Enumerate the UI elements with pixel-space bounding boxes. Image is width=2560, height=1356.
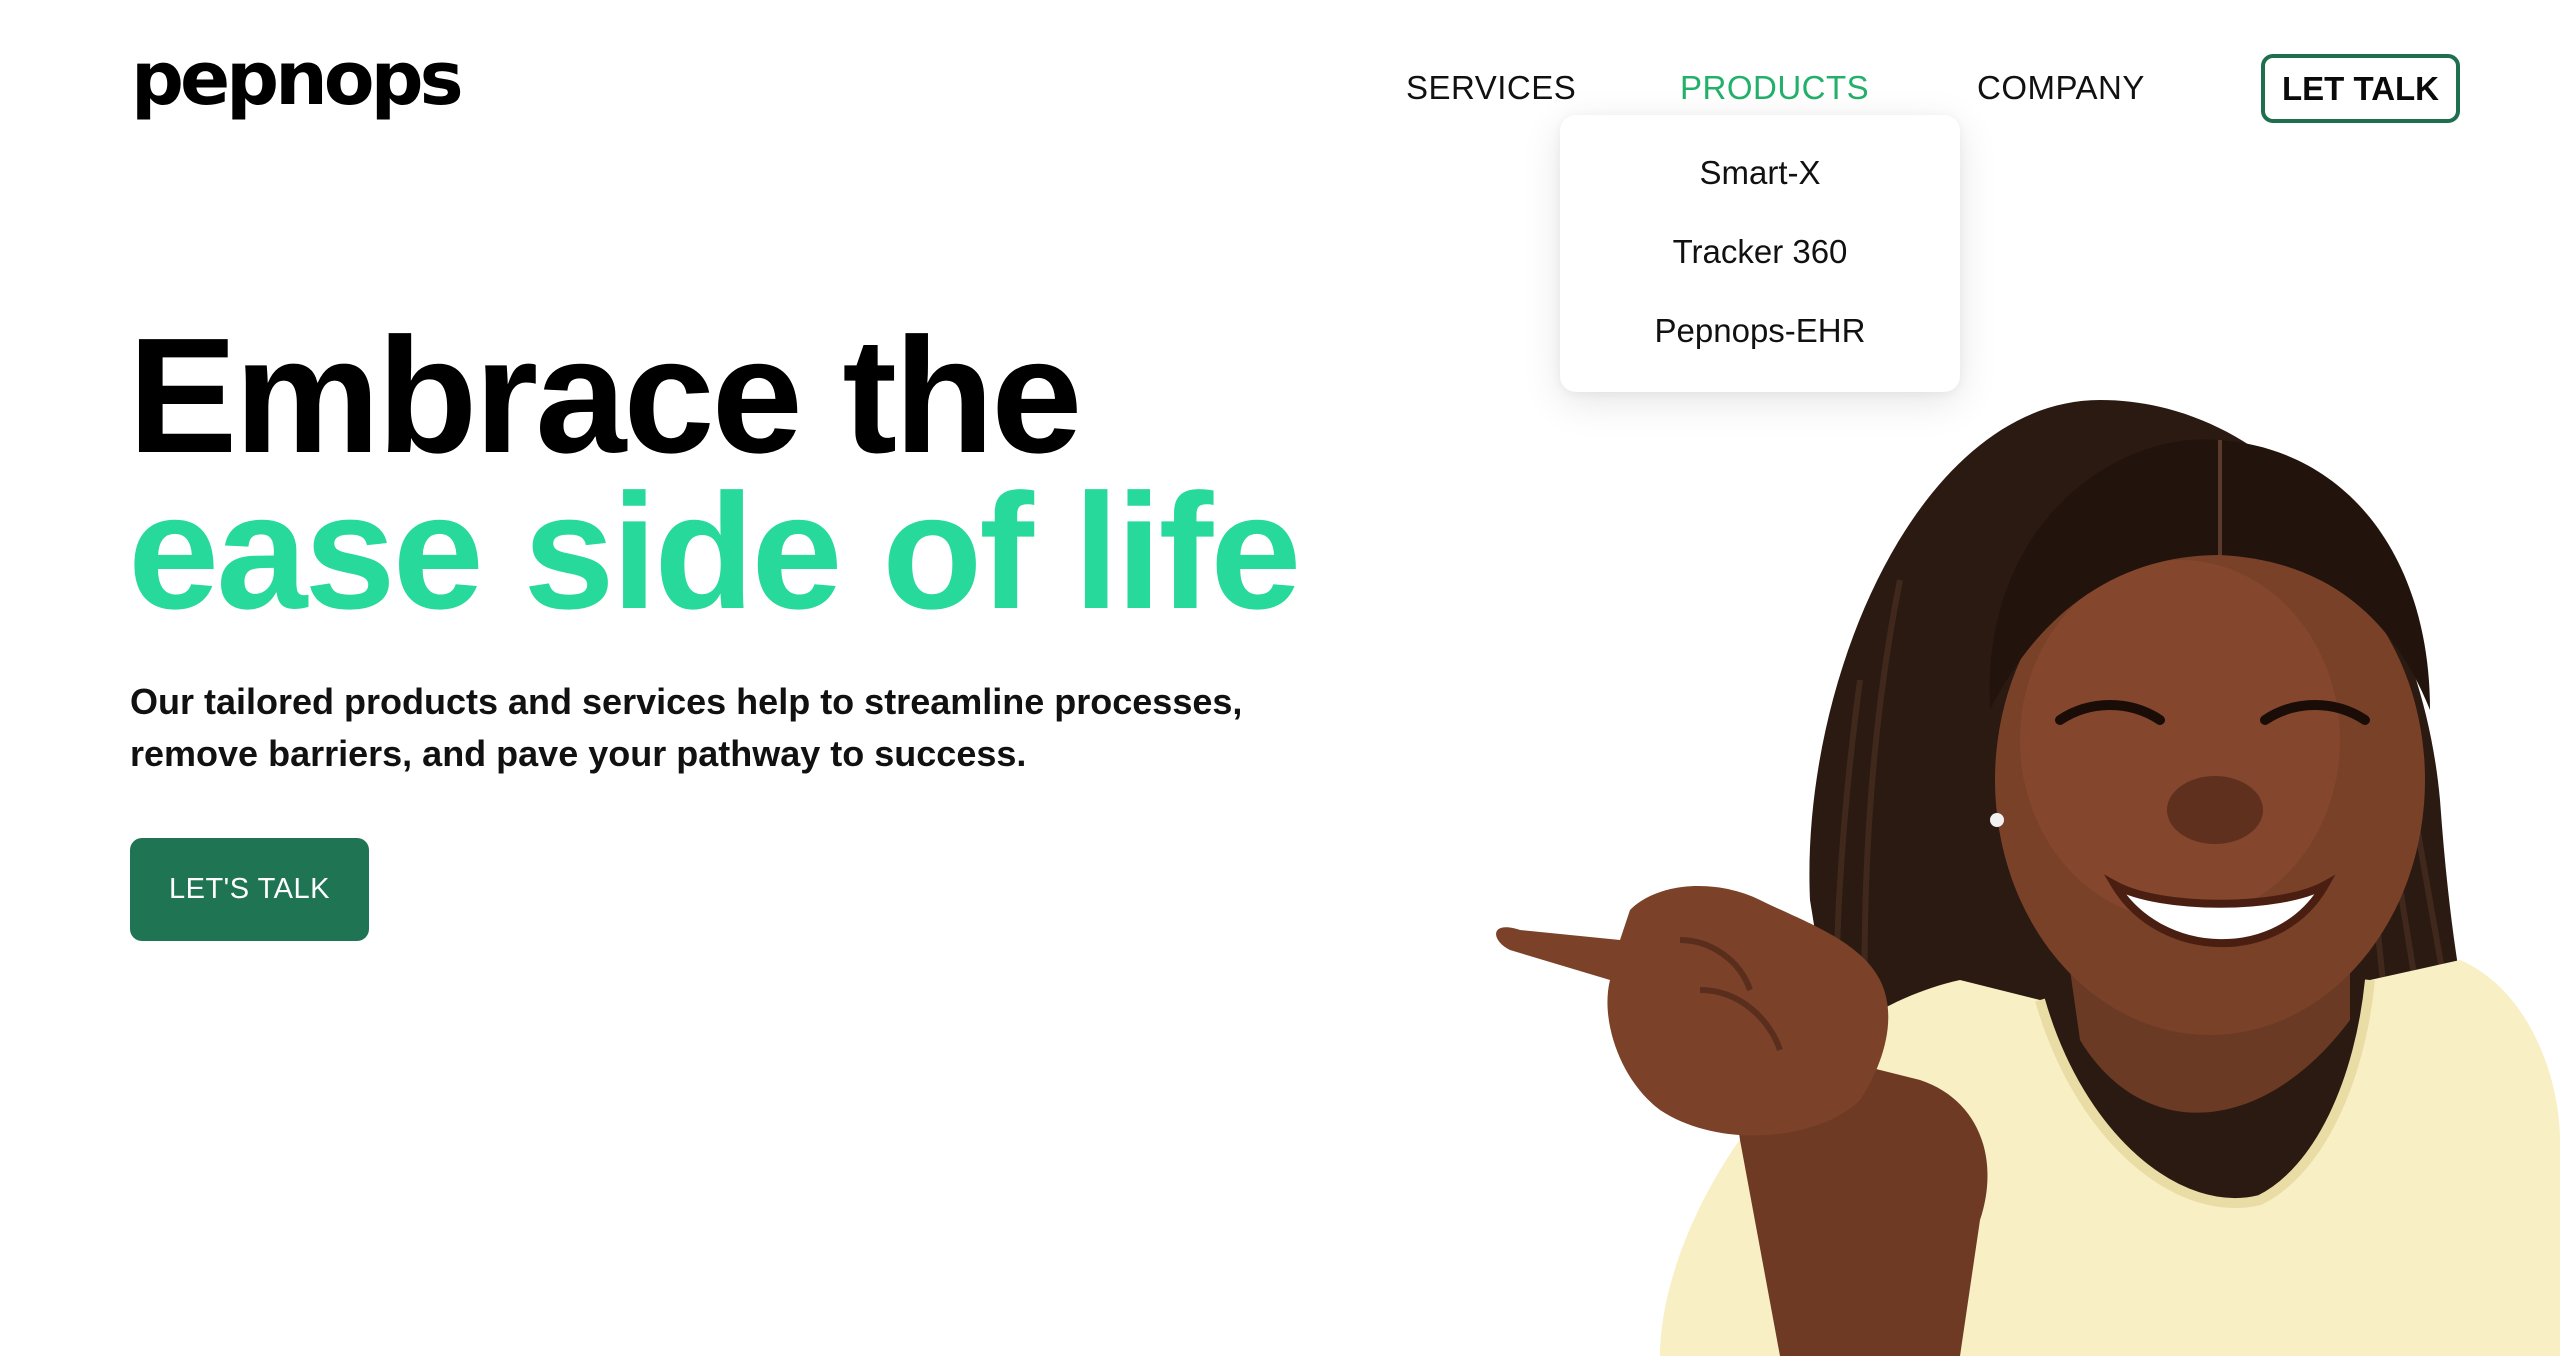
dropdown-item-smart-x[interactable]: Smart-X [1560, 153, 1960, 193]
lets-talk-header-button[interactable]: LET TALK [2261, 54, 2460, 123]
products-dropdown: Smart-X Tracker 360 Pepnops-EHR [1560, 115, 1960, 392]
nav-item-products[interactable]: PRODUCTS [1680, 68, 1869, 108]
landing-page: pepnops SERVICES PRODUCTS COMPANY LET TA… [0, 0, 2560, 1356]
dropdown-item-pepnops-ehr[interactable]: Pepnops-EHR [1560, 311, 1960, 351]
hero-headline-line1: Embrace the [128, 304, 1082, 487]
hero-headline: Embrace the ease side of life [128, 304, 1301, 643]
lets-talk-hero-button[interactable]: LET'S TALK [130, 838, 369, 941]
hero-subtext: Our tailored products and services help … [130, 681, 1243, 774]
main-nav: SERVICES PRODUCTS COMPANY LET TALK [0, 0, 2560, 140]
hero-headline-line2: ease side of life [128, 460, 1301, 643]
hero-person-image [1496, 400, 2560, 1356]
dropdown-item-tracker-360[interactable]: Tracker 360 [1560, 232, 1960, 272]
nav-item-services[interactable]: SERVICES [1406, 68, 1576, 108]
nav-item-company[interactable]: COMPANY [1977, 68, 2145, 108]
